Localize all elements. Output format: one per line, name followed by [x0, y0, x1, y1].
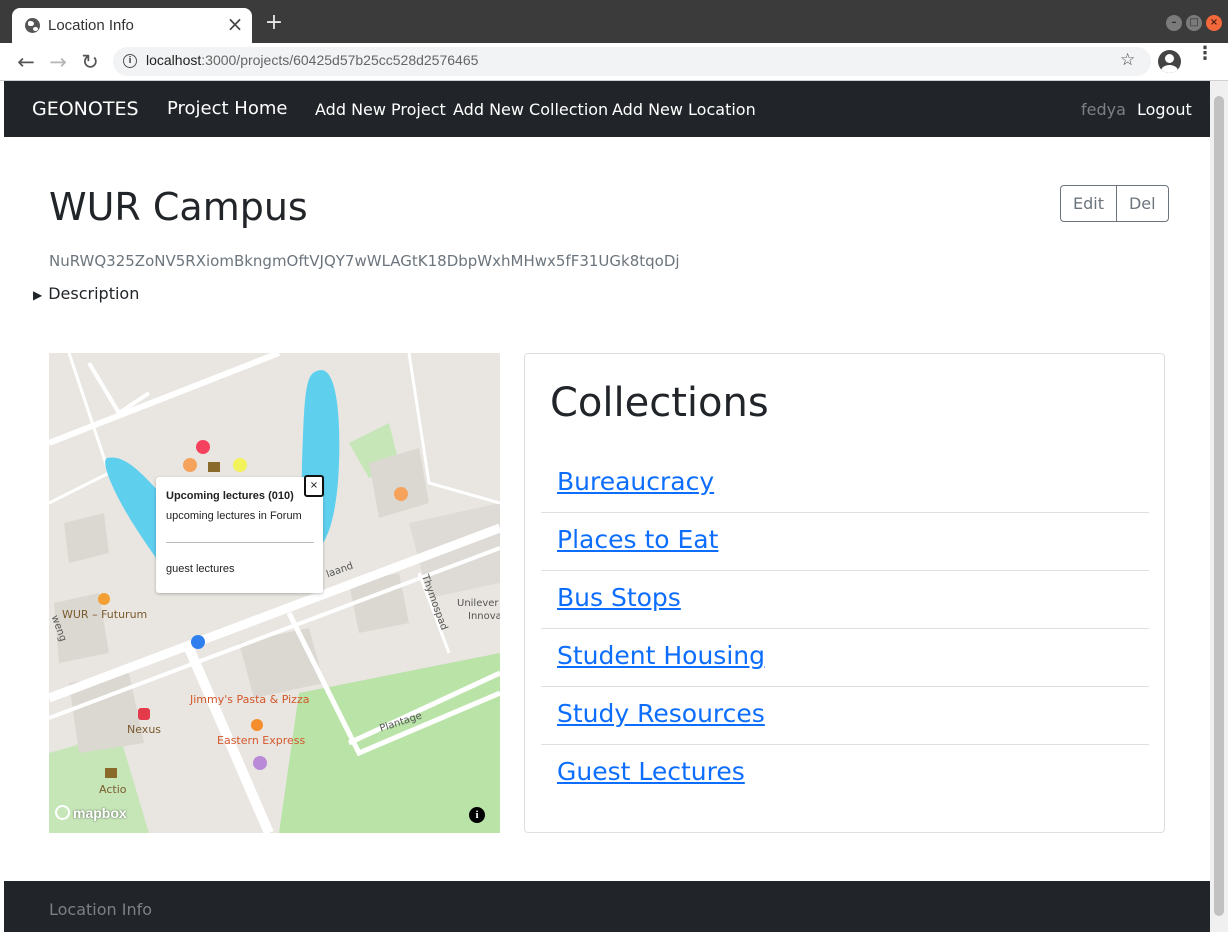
- collection-link-study-resources[interactable]: Study Resources: [557, 699, 765, 728]
- list-item: Places to Eat: [541, 513, 1149, 571]
- list-item: Guest Lectures: [541, 745, 1149, 803]
- popup-divider: [166, 542, 314, 543]
- collection-link-guest-lectures[interactable]: Guest Lectures: [557, 757, 745, 786]
- map-popup: Upcoming lectures (010) upcoming lecture…: [156, 475, 324, 593]
- nav-add-project[interactable]: Add New Project: [315, 100, 446, 119]
- brand-link[interactable]: GEONOTES: [32, 98, 139, 120]
- tab-close-icon[interactable]: ×: [226, 13, 244, 35]
- footer: Location Info: [4, 881, 1210, 932]
- nav-add-location[interactable]: Add New Location: [612, 100, 756, 119]
- disclosure-triangle-icon: ▶: [33, 288, 43, 302]
- education-poi-icon: [208, 462, 220, 472]
- marker-purple[interactable]: [253, 756, 267, 770]
- browser-toolbar: ← → ↻ i localhost:3000/projects/60425d57…: [0, 43, 1228, 81]
- marker-yellow[interactable]: [233, 458, 247, 472]
- collections-title: Collections: [550, 380, 769, 426]
- page-title: WUR Campus: [49, 185, 308, 229]
- maximize-button[interactable]: □: [1186, 15, 1202, 31]
- description-toggle[interactable]: ▶ Description: [33, 284, 139, 303]
- popup-note: guest lectures: [166, 563, 235, 575]
- browser-chrome: Location Info × + – □ × ← → ↻ i localhos…: [0, 0, 1228, 81]
- top-navbar: GEONOTES Project Home Add New Project Ad…: [4, 81, 1210, 137]
- marker-blue[interactable]: [191, 635, 205, 649]
- nav-add-collection[interactable]: Add New Collection: [453, 100, 608, 119]
- education-poi-icon-2: [105, 768, 117, 778]
- list-item: Study Resources: [541, 687, 1149, 745]
- marker-red[interactable]: [196, 440, 210, 454]
- collection-link-places-to-eat[interactable]: Places to Eat: [557, 525, 718, 554]
- collections-list: Bureaucracy Places to Eat Bus Stops Stud…: [541, 455, 1149, 803]
- new-tab-button[interactable]: +: [263, 12, 285, 34]
- marker-orange-2[interactable]: [394, 487, 408, 501]
- map-label-unilever: Unilever: [457, 598, 499, 609]
- project-token: NuRWQ325ZoNV5RXiomBkngmOftVJQY7wWLAGtK18…: [49, 252, 680, 270]
- scrollbar-thumb[interactable]: [1214, 96, 1224, 916]
- project-actions: Edit Del: [1060, 185, 1169, 222]
- profile-icon[interactable]: [1158, 50, 1181, 73]
- collection-link-bureaucracy[interactable]: Bureaucracy: [557, 467, 714, 496]
- page-viewport: GEONOTES Project Home Add New Project Ad…: [4, 81, 1210, 932]
- map[interactable]: WUR – Futurum Jimmy's Pasta & Pizza East…: [49, 353, 500, 833]
- logout-link[interactable]: Logout: [1137, 100, 1192, 119]
- address-bar[interactable]: i localhost:3000/projects/60425d57b25cc5…: [113, 47, 1151, 76]
- nav-username: fedya: [1081, 100, 1126, 119]
- reload-icon[interactable]: ↻: [77, 49, 103, 75]
- nav-project-home[interactable]: Project Home: [167, 98, 287, 119]
- map-label-nexus: Nexus: [127, 723, 162, 736]
- edit-button[interactable]: Edit: [1061, 186, 1116, 221]
- minimize-button[interactable]: –: [1166, 15, 1182, 31]
- tab-strip: Location Info × + – □ ×: [0, 0, 1228, 43]
- shop-poi-icon: [138, 708, 150, 720]
- page-scrollbar[interactable]: [1210, 81, 1228, 932]
- collection-link-student-housing[interactable]: Student Housing: [557, 641, 765, 670]
- delete-button[interactable]: Del: [1115, 186, 1168, 221]
- collections-card: Collections Bureaucracy Places to Eat Bu…: [524, 353, 1165, 833]
- popup-description: upcoming lectures in Forum: [166, 510, 302, 522]
- list-item: Bureaucracy: [541, 455, 1149, 513]
- url-text[interactable]: localhost:3000/projects/60425d57b25cc528…: [146, 52, 478, 68]
- map-label-innova: Innova: [468, 611, 500, 622]
- map-label-actio: Actio: [99, 783, 127, 796]
- forward-icon[interactable]: →: [45, 49, 71, 75]
- popup-title: Upcoming lectures (010): [166, 490, 294, 502]
- collection-link-bus-stops[interactable]: Bus Stops: [557, 583, 681, 612]
- bookmark-star-icon[interactable]: ☆: [1120, 50, 1135, 70]
- map-label-eastern: Eastern Express: [217, 734, 306, 747]
- tab-title: Location Info: [48, 17, 134, 34]
- site-info-icon[interactable]: i: [123, 54, 137, 68]
- list-item: Student Housing: [541, 629, 1149, 687]
- browser-menu-icon[interactable]: ⋮: [1196, 45, 1214, 74]
- close-window-button[interactable]: ×: [1206, 15, 1222, 31]
- footer-text: Location Info: [49, 900, 153, 919]
- school-poi-icon: [98, 593, 110, 605]
- popup-close-button[interactable]: ×: [304, 475, 324, 497]
- fast-food-poi-icon: [251, 719, 263, 731]
- map-label-jimmys: Jimmy's Pasta & Pizza: [190, 693, 310, 706]
- attribution-info-icon[interactable]: i: [469, 807, 485, 823]
- browser-tab[interactable]: Location Info ×: [12, 8, 252, 43]
- back-icon[interactable]: ←: [13, 49, 39, 75]
- map-label-futurum: WUR – Futurum: [62, 608, 148, 621]
- list-item: Bus Stops: [541, 571, 1149, 629]
- globe-icon: [25, 18, 40, 33]
- mapbox-logo[interactable]: mapbox: [55, 805, 127, 821]
- marker-orange[interactable]: [183, 458, 197, 472]
